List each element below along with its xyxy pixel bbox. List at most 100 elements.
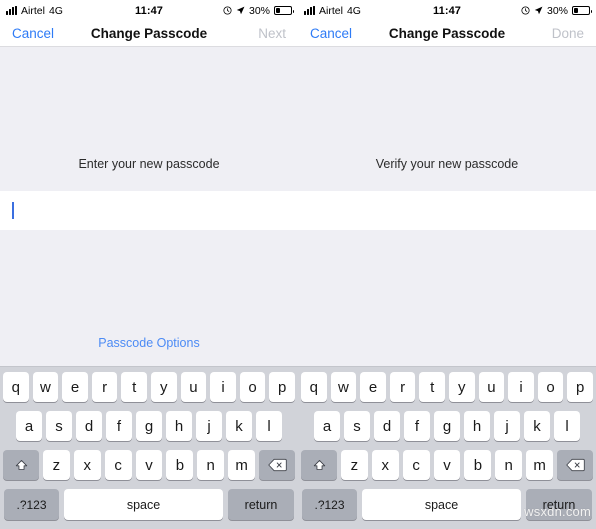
key-p[interactable]: p <box>269 372 295 402</box>
key-y[interactable]: y <box>151 372 177 402</box>
key-n[interactable]: n <box>495 450 523 480</box>
battery-percent-label: 30% <box>248 4 270 17</box>
key-x[interactable]: x <box>73 450 101 480</box>
backspace-key[interactable] <box>259 450 296 480</box>
key-m[interactable]: m <box>228 450 256 480</box>
key-k[interactable]: k <box>226 411 252 441</box>
key-i[interactable]: i <box>508 372 534 402</box>
alarm-icon <box>521 6 530 15</box>
shift-key[interactable] <box>3 450 39 480</box>
status-bar: Airtel 4G 11:47 30% <box>298 0 596 21</box>
key-u[interactable]: u <box>478 372 505 402</box>
key-v[interactable]: v <box>135 450 163 480</box>
shift-icon <box>15 459 27 470</box>
passcode-input[interactable] <box>0 191 298 230</box>
return-key[interactable]: return <box>228 489 294 520</box>
key-d[interactable]: d <box>374 411 400 441</box>
passcode-prompt-label: Verify your new passcode <box>375 157 519 171</box>
key-u[interactable]: u <box>180 372 207 402</box>
key-m[interactable]: m <box>526 450 554 480</box>
passcode-options-row: Passcode Options <box>298 326 596 360</box>
key-w[interactable]: w <box>330 372 357 402</box>
key-z[interactable]: z <box>43 450 70 480</box>
key-a[interactable]: a <box>314 411 340 441</box>
content-area: Verify your new passcode Passcode Option… <box>298 47 596 366</box>
navigation-bar: Cancel Change Passcode Done <box>298 21 596 47</box>
key-x[interactable]: x <box>371 450 399 480</box>
cancel-button[interactable]: Cancel <box>310 26 352 41</box>
key-t[interactable]: t <box>419 372 445 402</box>
field-bottom-spacer <box>298 230 596 326</box>
numeric-mode-key[interactable]: .?123 <box>302 489 357 520</box>
key-q[interactable]: q <box>301 372 327 402</box>
numeric-mode-key[interactable]: .?123 <box>4 489 59 520</box>
key-l[interactable]: l <box>256 411 282 441</box>
location-arrow-icon <box>236 6 245 15</box>
key-k[interactable]: k <box>524 411 550 441</box>
done-button[interactable]: Done <box>552 26 584 41</box>
keyboard-row-2: a s d f g h j k l <box>2 411 296 441</box>
key-b[interactable]: b <box>166 450 194 480</box>
key-r[interactable]: r <box>389 372 416 402</box>
content-area: Enter your new passcode Passcode Options <box>0 47 298 366</box>
passcode-options-row: Passcode Options <box>0 326 298 360</box>
key-o[interactable]: o <box>537 372 564 402</box>
top-spacer <box>0 47 298 150</box>
key-d[interactable]: d <box>76 411 102 441</box>
key-v[interactable]: v <box>433 450 461 480</box>
key-z[interactable]: z <box>341 450 368 480</box>
key-o[interactable]: o <box>239 372 266 402</box>
key-a[interactable]: a <box>16 411 42 441</box>
keyboard-row-4: .?123 space return <box>2 489 296 520</box>
backspace-icon <box>565 458 585 472</box>
key-b[interactable]: b <box>464 450 492 480</box>
space-key[interactable]: space <box>362 489 521 520</box>
field-bottom-spacer <box>0 230 298 326</box>
key-i[interactable]: i <box>210 372 236 402</box>
key-n[interactable]: n <box>197 450 225 480</box>
key-h[interactable]: h <box>464 411 490 441</box>
key-w[interactable]: w <box>32 372 59 402</box>
key-c[interactable]: c <box>402 450 430 480</box>
key-s[interactable]: s <box>344 411 370 441</box>
next-button[interactable]: Next <box>258 26 286 41</box>
key-f[interactable]: f <box>404 411 430 441</box>
key-j[interactable]: j <box>494 411 520 441</box>
key-c[interactable]: c <box>104 450 132 480</box>
shift-key[interactable] <box>301 450 337 480</box>
key-y[interactable]: y <box>449 372 475 402</box>
key-e[interactable]: e <box>360 372 386 402</box>
keyboard-row-1: q w e r t y u i o p <box>2 372 296 402</box>
return-key[interactable]: return <box>526 489 592 520</box>
battery-icon <box>274 6 294 15</box>
key-q[interactable]: q <box>3 372 29 402</box>
key-l[interactable]: l <box>554 411 580 441</box>
keyboard-row-2: a s d f g h j k l <box>300 411 594 441</box>
location-arrow-icon <box>534 6 543 15</box>
status-bar-right: 30% <box>223 4 294 17</box>
key-g[interactable]: g <box>136 411 162 441</box>
key-s[interactable]: s <box>46 411 72 441</box>
space-key[interactable]: space <box>64 489 223 520</box>
key-t[interactable]: t <box>121 372 147 402</box>
key-p[interactable]: p <box>567 372 593 402</box>
keyboard-row-4: .?123 space return <box>300 489 594 520</box>
key-j[interactable]: j <box>196 411 222 441</box>
cancel-button[interactable]: Cancel <box>12 26 54 41</box>
key-e[interactable]: e <box>62 372 88 402</box>
passcode-options-button[interactable]: Passcode Options <box>98 336 199 350</box>
key-g[interactable]: g <box>434 411 460 441</box>
virtual-keyboard: q w e r t y u i o p a s d f g h j k l z … <box>298 366 596 529</box>
prompt-field-gap <box>298 178 596 191</box>
key-r[interactable]: r <box>91 372 118 402</box>
backspace-key[interactable] <box>557 450 594 480</box>
key-h[interactable]: h <box>166 411 192 441</box>
keyboard-row-1: q w e r t y u i o p <box>300 372 594 402</box>
passcode-input[interactable] <box>298 191 596 230</box>
phone-screen-enter-passcode: Airtel 4G 11:47 30% Cancel Change Passco… <box>0 0 298 529</box>
phone-screen-verify-passcode: Airtel 4G 11:47 30% Cancel Change Passco… <box>298 0 596 529</box>
backspace-icon <box>267 458 287 472</box>
keyboard-row-3: z x c v b n m <box>300 450 594 480</box>
battery-percent-label: 30% <box>546 4 568 17</box>
key-f[interactable]: f <box>106 411 132 441</box>
